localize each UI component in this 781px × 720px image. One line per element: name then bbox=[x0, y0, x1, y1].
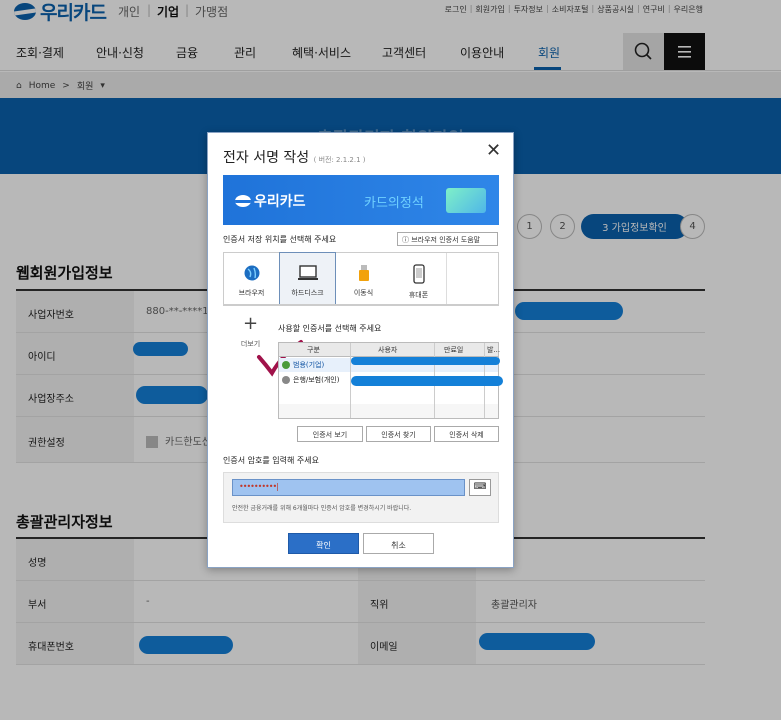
media-phone[interactable]: 휴대폰 bbox=[391, 253, 446, 304]
col-user: 사용자 bbox=[378, 346, 398, 354]
browser-cert-help-button[interactable]: ⓘ 브라우저 인증서 도움말 bbox=[397, 232, 498, 246]
col-expiry: 만료일 bbox=[444, 346, 464, 354]
col-issuer: 발... bbox=[487, 346, 501, 354]
storage-media-selector: 브라우저 하드디스크 이동식 휴대폰 bbox=[223, 252, 499, 305]
cert-status-icon bbox=[282, 376, 290, 384]
cert-password-input[interactable]: ••••••••••| bbox=[232, 479, 465, 496]
divider bbox=[223, 304, 499, 306]
close-icon[interactable]: ✕ bbox=[486, 142, 501, 160]
media-label: 휴대폰 bbox=[408, 291, 429, 299]
media-harddisk[interactable]: 하드디스크 bbox=[279, 252, 336, 305]
redaction-mark bbox=[351, 376, 503, 386]
dialog-title: 전자 서명 작성 ( 버전: 2.1.2.1 ) bbox=[223, 147, 366, 167]
password-area: ••••••••••| ⌨ 안전한 금융거래를 위해 6개월마다 인증서 암호를… bbox=[223, 472, 499, 523]
delete-cert-button[interactable]: 인증서 삭제 bbox=[434, 426, 499, 442]
view-cert-button[interactable]: 인증서 보기 bbox=[297, 426, 363, 442]
browser-globe-icon bbox=[244, 265, 259, 281]
virtual-keyboard-icon[interactable]: ⌨ bbox=[469, 479, 491, 496]
laptop-icon bbox=[297, 265, 318, 280]
cert-type: 범용(기업) bbox=[293, 361, 325, 369]
media-label: 이동식 bbox=[353, 289, 374, 297]
cert-status-icon bbox=[282, 361, 290, 369]
mobile-phone-icon bbox=[412, 264, 425, 284]
cancel-button[interactable]: 취소 bbox=[363, 533, 434, 554]
banner-logo: 우리카드 bbox=[235, 191, 306, 211]
card-image-icon bbox=[446, 188, 486, 213]
e-signature-dialog: 전자 서명 작성 ( 버전: 2.1.2.1 ) ✕ 우리카드 카드의정석 인증… bbox=[207, 132, 514, 568]
banner-tagline: 카드의정석 bbox=[364, 196, 424, 211]
media-label: 브라우저 bbox=[238, 289, 265, 297]
banner-brand: 우리카드 bbox=[254, 194, 306, 210]
cert-select-label: 사용할 인증서를 선택해 주세요 bbox=[278, 324, 382, 333]
plus-icon: + bbox=[242, 313, 259, 334]
col-type: 구분 bbox=[307, 346, 320, 354]
divider bbox=[446, 253, 447, 304]
woori-logo-icon bbox=[235, 195, 251, 207]
grid-header: 구분 사용자 만료일 발... bbox=[279, 343, 501, 357]
media-browser[interactable]: 브라우저 bbox=[224, 253, 279, 304]
password-note: 안전한 금융거래를 위해 6개월마다 인증서 암호를 변경하시기 바랍니다. bbox=[232, 505, 412, 512]
password-label: 인증서 암호를 입력해 주세요 bbox=[223, 456, 319, 465]
find-cert-button[interactable]: 인증서 찾기 bbox=[366, 426, 431, 442]
empty-row bbox=[279, 404, 498, 418]
ok-button[interactable]: 확인 bbox=[288, 533, 359, 554]
dialog-banner: 우리카드 카드의정석 bbox=[223, 175, 499, 225]
storage-location-label: 인증서 저장 위치를 선택해 주세요 bbox=[223, 235, 337, 244]
usb-drive-icon bbox=[358, 265, 369, 281]
dialog-version: ( 버전: 2.1.2.1 ) bbox=[313, 156, 366, 164]
media-label: 하드디스크 bbox=[291, 289, 324, 297]
cert-type: 은행/보험(개인) bbox=[293, 376, 340, 384]
redaction-mark bbox=[351, 357, 500, 365]
media-removable[interactable]: 이동식 bbox=[336, 253, 391, 304]
dialog-title-text: 전자 서명 작성 bbox=[223, 150, 310, 166]
